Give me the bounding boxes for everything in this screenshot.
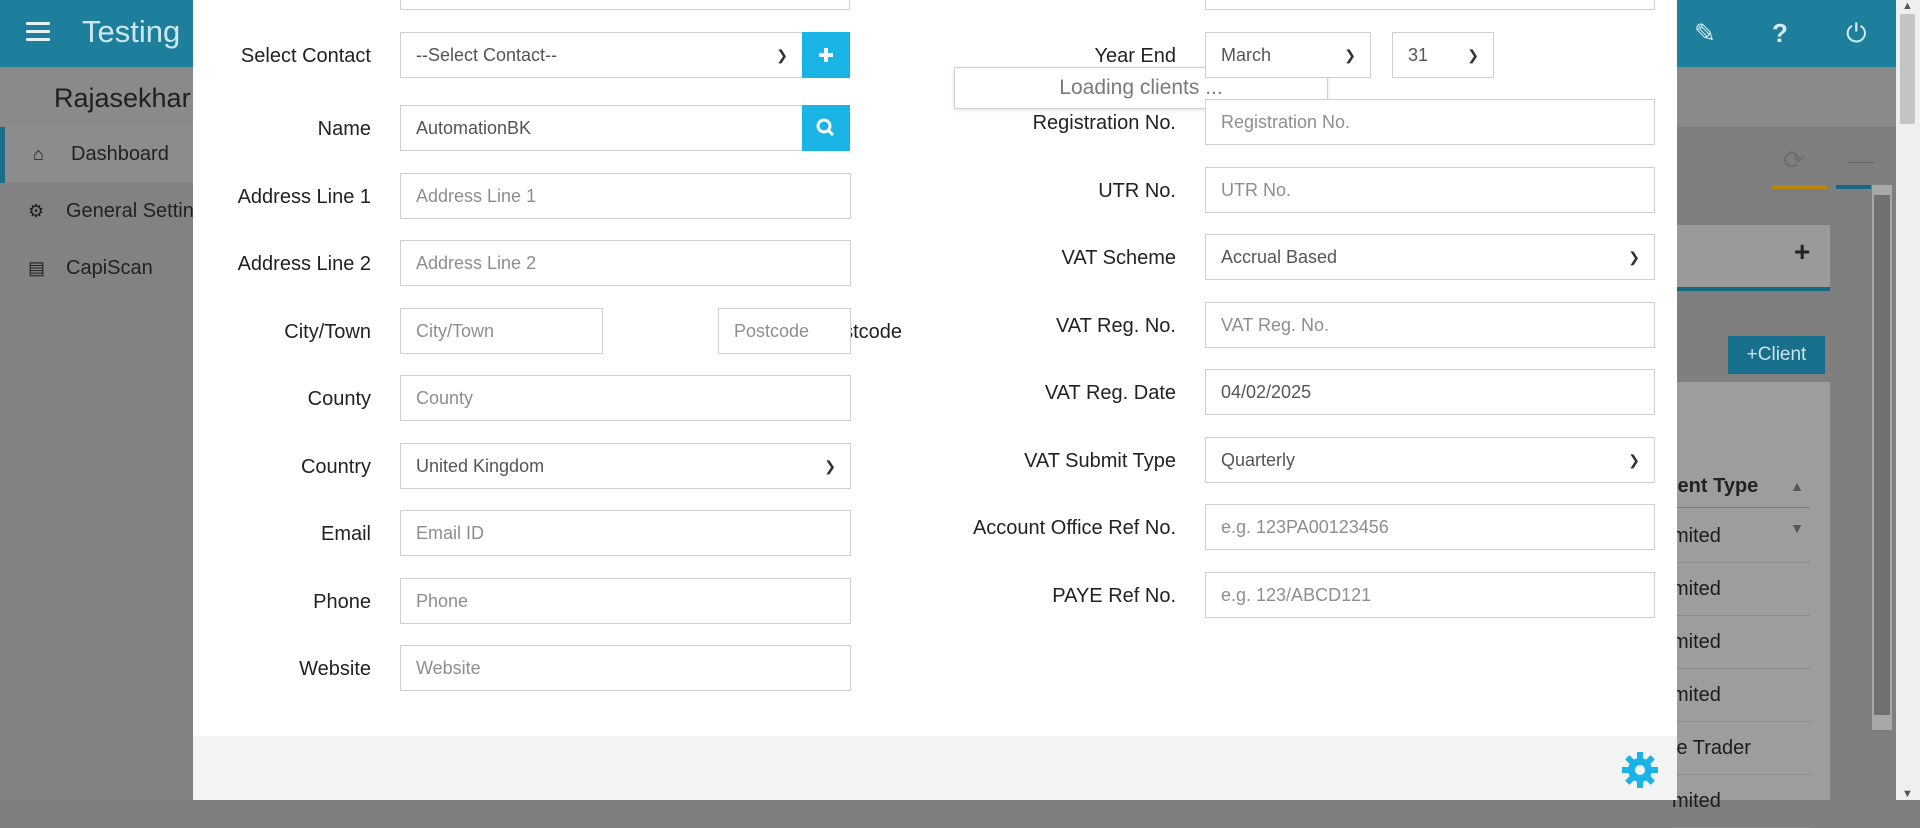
partial-field[interactable]	[1205, 0, 1655, 10]
chevron-down-icon: ❯	[1628, 452, 1640, 468]
name-field[interactable]: AutomationBK	[400, 105, 803, 151]
vat-reg-no-label: VAT Reg. No.	[1055, 315, 1176, 337]
scroll-up-icon[interactable]: ▲	[1902, 0, 1913, 12]
chevron-down-icon: ❯	[776, 47, 788, 63]
table-cell: mited	[1672, 563, 1810, 616]
postcode-field[interactable]: Postcode	[718, 308, 851, 354]
website-field[interactable]: Website	[400, 645, 851, 691]
ticket-icon[interactable]: ✎	[1694, 18, 1716, 49]
table-cell: mited	[1672, 669, 1810, 722]
paye-ref-label: PAYE Ref No.	[1052, 585, 1176, 607]
gear-icon[interactable]	[1620, 750, 1660, 790]
modal-footer	[193, 736, 1677, 800]
accent-stripe	[1772, 185, 1827, 189]
utr-no-field[interactable]: UTR No.	[1205, 167, 1655, 213]
vat-scheme-select[interactable]: Accrual Based ❯	[1205, 234, 1655, 280]
app-title: Testing	[82, 14, 181, 49]
plus-icon	[819, 48, 833, 62]
vat-reg-date-field[interactable]: 04/02/2025	[1205, 369, 1655, 415]
sidebar: ⌂ Dashboard ⚙ General Settings ▤ CapiSca…	[0, 127, 215, 800]
add-client-button[interactable]: +Client	[1728, 336, 1825, 374]
vat-submit-type-select[interactable]: Quarterly ❯	[1205, 437, 1655, 483]
search-name-button[interactable]	[802, 105, 850, 151]
account-office-ref-field[interactable]: e.g. 123PA00123456	[1205, 504, 1655, 550]
address-line-1-field[interactable]: Address Line 1	[400, 173, 851, 219]
search-icon	[816, 118, 835, 137]
chevron-down-icon: ❯	[1628, 249, 1640, 265]
chevron-down-icon: ❯	[1467, 47, 1479, 63]
registration-no-label: Registration No.	[1032, 112, 1176, 134]
paye-ref-field[interactable]: e.g. 123/ABCD121	[1205, 572, 1655, 618]
home-icon: ⌂	[33, 144, 44, 164]
help-icon[interactable]: ?	[1772, 18, 1788, 49]
vat-submit-type-label: VAT Submit Type	[1024, 450, 1176, 472]
address-line-2-field[interactable]: Address Line 2	[400, 240, 851, 286]
county-label: County	[307, 388, 371, 410]
city-label: City/Town	[284, 321, 371, 343]
page-scrollbar[interactable]: ▲ ▼	[1896, 0, 1920, 800]
year-end-day-value: 31	[1408, 45, 1429, 65]
year-end-label: Year End	[1094, 45, 1176, 67]
website-label: Website	[299, 658, 371, 680]
address-line-2-label: Address Line 2	[237, 253, 371, 275]
collapse-icon[interactable]: —	[1848, 145, 1874, 176]
add-client-modal: Select Contact --Select Contact-- ❯ Name…	[193, 0, 1677, 800]
chevron-down-icon: ❯	[1344, 47, 1356, 63]
menu-icon[interactable]	[26, 22, 50, 42]
gears-icon: ⚙	[28, 201, 45, 221]
email-label: Email	[320, 523, 371, 545]
user-name: Rajasekhar	[54, 83, 191, 113]
utr-no-label: UTR No.	[1098, 180, 1176, 202]
vat-submit-type-value: Quarterly	[1221, 450, 1296, 470]
country-label: Country	[300, 456, 371, 478]
city-field[interactable]: City/Town	[400, 308, 603, 354]
country-select[interactable]: United Kingdom ❯	[400, 443, 851, 489]
phone-field[interactable]: Phone	[400, 578, 851, 624]
account-office-ref-label: Account Office Ref No.	[972, 517, 1176, 539]
inner-scrollbar[interactable]	[1872, 185, 1892, 730]
sidebar-item-dashboard[interactable]: ⌂ Dashboard	[0, 127, 205, 183]
year-end-month-value: March	[1221, 45, 1272, 65]
table-cell: mited	[1672, 775, 1810, 828]
vat-reg-date-label: VAT Reg. Date	[1044, 382, 1176, 404]
sidebar-item-capiscan[interactable]: ▤ CapiScan	[0, 241, 200, 297]
select-contact-dropdown[interactable]: --Select Contact-- ❯	[400, 32, 803, 78]
table-cell: mited	[1672, 616, 1810, 669]
partial-field[interactable]	[400, 0, 850, 10]
accent-stripe	[1836, 185, 1871, 189]
year-end-month-select[interactable]: March ❯	[1205, 32, 1371, 78]
registration-no-field[interactable]: Registration No.	[1205, 99, 1655, 145]
sidebar-item-label: Dashboard	[71, 143, 169, 165]
address-line-1-label: Address Line 1	[237, 186, 371, 208]
chevron-down-icon: ❯	[824, 458, 836, 474]
table-cell: le Trader	[1672, 722, 1810, 775]
sidebar-item-general-settings[interactable]: ⚙ General Settings	[0, 184, 215, 240]
refresh-icon[interactable]: ⟳	[1783, 145, 1805, 176]
add-icon[interactable]: +	[1794, 236, 1810, 268]
select-contact-label: Select Contact	[240, 45, 371, 67]
year-end-day-select[interactable]: 31 ❯	[1392, 32, 1494, 78]
phone-label: Phone	[313, 591, 371, 613]
scroll-down-icon[interactable]: ▼	[1902, 788, 1913, 800]
column-label: ient Type	[1672, 475, 1759, 497]
table-cell: mited	[1672, 510, 1810, 563]
scrollbar-thumb[interactable]	[1900, 14, 1915, 124]
select-contact-value: --Select Contact--	[416, 45, 558, 65]
name-label: Name	[317, 118, 371, 140]
county-field[interactable]: County	[400, 375, 851, 421]
sidebar-item-label: CapiScan	[66, 257, 153, 279]
vat-reg-no-field[interactable]: VAT Reg. No.	[1205, 302, 1655, 348]
vat-scheme-label: VAT Scheme	[1061, 247, 1177, 269]
power-icon[interactable]: ⏻	[1846, 18, 1867, 50]
scanner-icon: ▤	[28, 258, 46, 278]
vat-scheme-value: Accrual Based	[1221, 247, 1338, 267]
email-field[interactable]: Email ID	[400, 510, 851, 556]
country-value: United Kingdom	[416, 456, 545, 476]
add-contact-button[interactable]	[802, 32, 850, 78]
table-header-client-type[interactable]: ient Type ▲ ▼	[1672, 465, 1810, 536]
